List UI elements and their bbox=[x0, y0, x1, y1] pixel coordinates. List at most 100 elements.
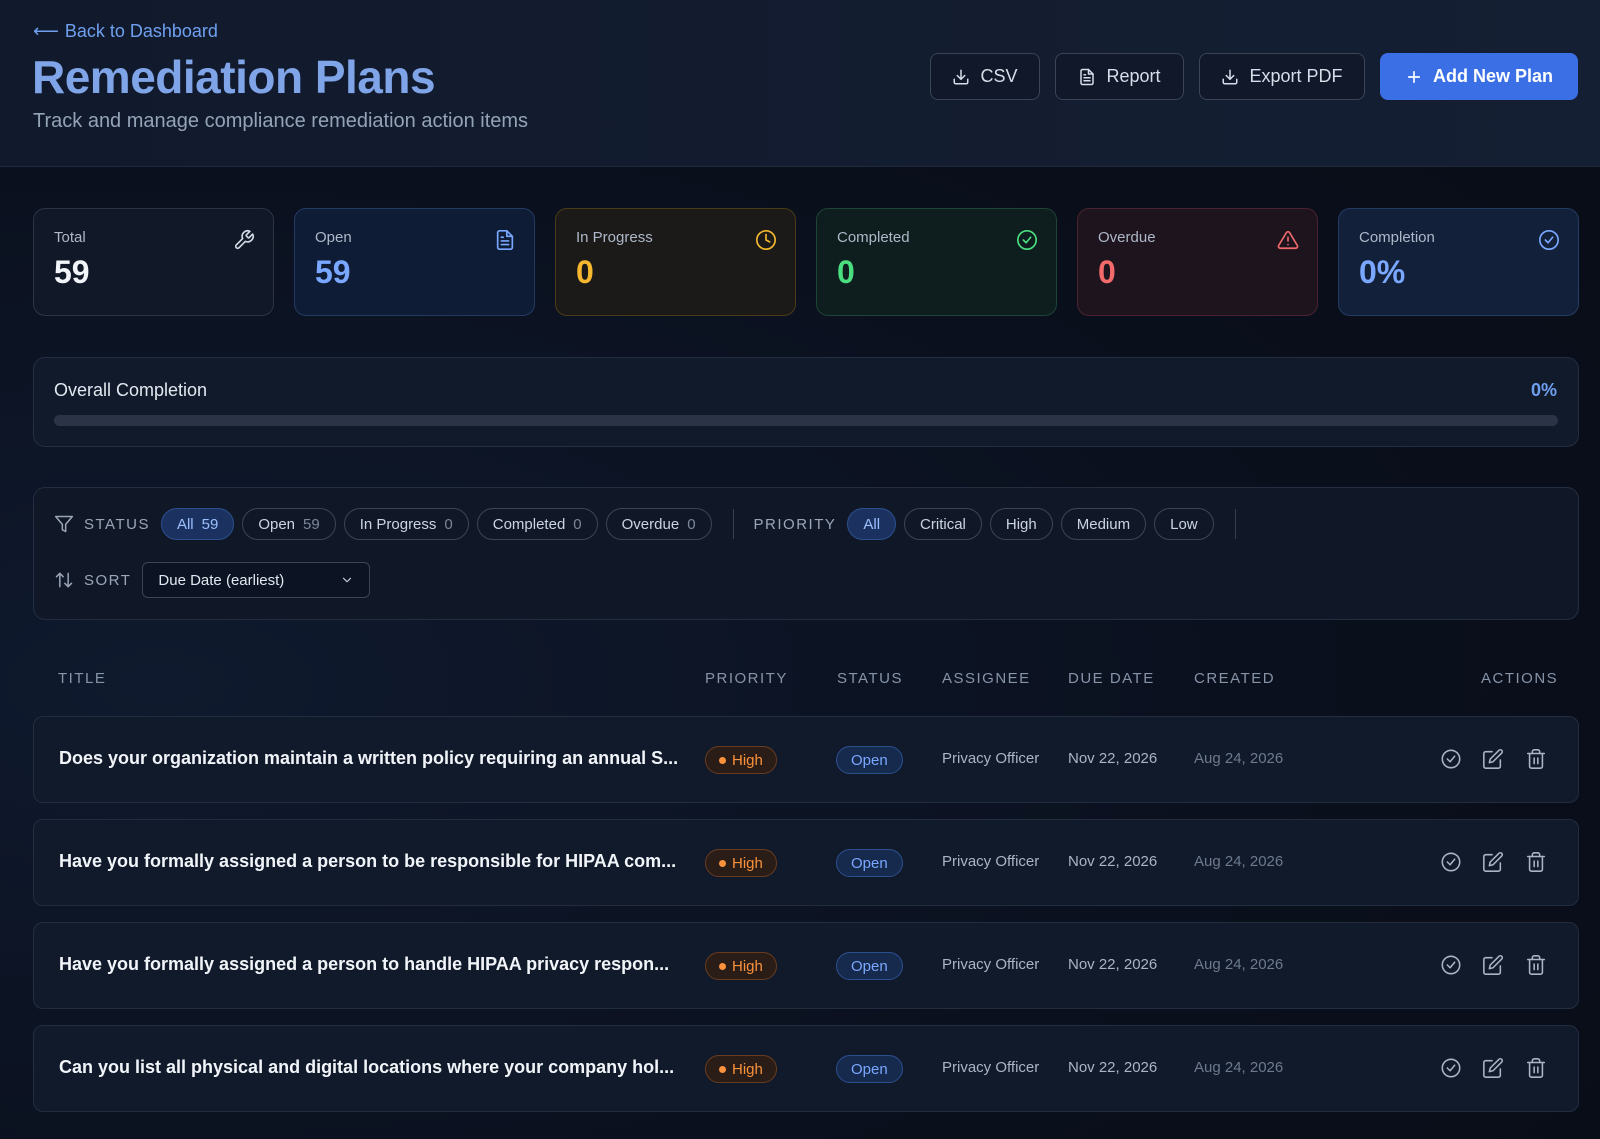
trash-icon bbox=[1526, 1058, 1546, 1078]
priority-chip-low[interactable]: Low bbox=[1154, 508, 1214, 540]
stat-card-overdue: Overdue 0 bbox=[1077, 208, 1318, 316]
priority-dot-icon bbox=[719, 962, 726, 970]
column-header-priority: PRIORITY bbox=[705, 670, 788, 687]
created-date-cell: Aug 24, 2026 bbox=[1194, 1059, 1284, 1076]
due-date-cell: Nov 22, 2026 bbox=[1068, 956, 1158, 973]
sort-label: SORT bbox=[84, 571, 132, 589]
status-chip-open[interactable]: Open 59 bbox=[242, 508, 336, 540]
plus-icon bbox=[1407, 70, 1421, 83]
column-header-actions: ACTIONS bbox=[1481, 670, 1559, 687]
page-header: ⟵ Back to Dashboard Remediation Plans Tr… bbox=[0, 0, 1600, 167]
trash-icon bbox=[1526, 955, 1546, 975]
divider bbox=[732, 509, 734, 539]
table-row[interactable]: Does your organization maintain a writte… bbox=[33, 716, 1579, 803]
csv-button[interactable]: CSV bbox=[930, 53, 1040, 100]
status-chip-completed[interactable]: Completed 0 bbox=[476, 508, 598, 540]
edit-icon bbox=[1483, 749, 1503, 769]
row-title[interactable]: Have you formally assigned a person to b… bbox=[59, 851, 676, 872]
priority-label: High bbox=[732, 854, 763, 872]
check-circle-icon bbox=[1539, 230, 1559, 250]
report-button[interactable]: Report bbox=[1055, 53, 1184, 100]
delete-button[interactable] bbox=[1525, 851, 1547, 873]
status-badge: Open bbox=[836, 849, 903, 877]
trash-icon bbox=[1526, 852, 1546, 872]
complete-button[interactable] bbox=[1440, 748, 1462, 770]
priority-label: High bbox=[732, 751, 763, 769]
priority-dot-icon bbox=[719, 859, 726, 867]
download-icon bbox=[953, 69, 969, 84]
chip-label: All bbox=[176, 515, 194, 533]
edit-icon bbox=[1483, 955, 1503, 975]
status-badge: Open bbox=[836, 952, 903, 980]
complete-button[interactable] bbox=[1440, 851, 1462, 873]
back-link-label: Back to Dashboard bbox=[64, 21, 218, 41]
stat-value: 0% bbox=[1359, 254, 1406, 290]
filter-icon bbox=[54, 515, 74, 533]
stat-value: 59 bbox=[315, 254, 351, 290]
overall-completion-percent: 0% bbox=[1530, 380, 1557, 400]
document-icon bbox=[1080, 68, 1095, 85]
export-pdf-button[interactable]: Export PDF bbox=[1199, 53, 1365, 100]
status-label: Open bbox=[851, 854, 888, 872]
status-badge: Open bbox=[836, 746, 903, 774]
assignee-cell: Privacy Officer bbox=[942, 956, 1040, 973]
priority-chip-high[interactable]: High bbox=[989, 508, 1053, 540]
edit-button[interactable] bbox=[1482, 1057, 1504, 1079]
priority-badge: High bbox=[705, 1055, 777, 1083]
check-circle-icon bbox=[1441, 749, 1461, 769]
created-date-cell: Aug 24, 2026 bbox=[1194, 956, 1284, 973]
chevron-down-icon bbox=[343, 577, 352, 583]
overall-completion-panel: Overall Completion 0% bbox=[33, 357, 1579, 447]
complete-button[interactable] bbox=[1440, 954, 1462, 976]
sort-select[interactable]: Due Date (earliest) bbox=[142, 562, 371, 598]
due-date-cell: Nov 22, 2026 bbox=[1068, 750, 1158, 767]
priority-chip-critical[interactable]: Critical bbox=[904, 508, 982, 540]
overall-progress-bar bbox=[54, 415, 1558, 426]
priority-chip-all[interactable]: All bbox=[847, 508, 897, 540]
status-chip-all[interactable]: All 59 bbox=[160, 508, 235, 540]
row-title[interactable]: Does your organization maintain a writte… bbox=[59, 748, 678, 769]
check-circle-icon bbox=[1017, 230, 1037, 250]
row-title[interactable]: Have you formally assigned a person to h… bbox=[59, 954, 669, 975]
priority-badge: High bbox=[705, 849, 777, 877]
stat-value: 59 bbox=[54, 254, 90, 290]
status-chip-overdue[interactable]: Overdue 0 bbox=[605, 508, 712, 540]
column-header-status: STATUS bbox=[837, 670, 903, 687]
add-new-plan-button-label: Add New Plan bbox=[1432, 66, 1553, 86]
stat-label: Completed bbox=[837, 229, 910, 246]
stat-label: Total bbox=[54, 229, 86, 246]
arrow-left-icon: ⟵ bbox=[33, 21, 59, 41]
delete-button[interactable] bbox=[1525, 954, 1547, 976]
edit-button[interactable] bbox=[1482, 954, 1504, 976]
complete-button[interactable] bbox=[1440, 1057, 1462, 1079]
created-date-cell: Aug 24, 2026 bbox=[1194, 750, 1284, 767]
edit-button[interactable] bbox=[1482, 748, 1504, 770]
stat-card-open: Open 59 bbox=[294, 208, 535, 316]
add-new-plan-button[interactable]: Add New Plan bbox=[1380, 53, 1578, 100]
document-icon bbox=[496, 230, 514, 250]
priority-chip-medium[interactable]: Medium bbox=[1060, 508, 1147, 540]
column-header-title: TITLE bbox=[58, 670, 107, 687]
edit-button[interactable] bbox=[1482, 851, 1504, 873]
stat-label: Open bbox=[315, 229, 352, 246]
check-circle-icon bbox=[1441, 852, 1461, 872]
chip-label: Overdue bbox=[621, 515, 680, 533]
row-title[interactable]: Can you list all physical and digital lo… bbox=[59, 1057, 674, 1078]
chip-count: 0 bbox=[687, 515, 696, 533]
status-label: Open bbox=[851, 751, 888, 769]
edit-icon bbox=[1483, 1058, 1503, 1078]
delete-button[interactable] bbox=[1525, 748, 1547, 770]
table-row[interactable]: Can you list all physical and digital lo… bbox=[33, 1025, 1579, 1112]
download-icon bbox=[1222, 69, 1238, 84]
status-filter-label: STATUS bbox=[84, 515, 150, 533]
status-label: Open bbox=[851, 1060, 888, 1078]
status-chip-in-progress[interactable]: In Progress 0 bbox=[343, 508, 469, 540]
priority-filter-label: PRIORITY bbox=[753, 515, 837, 533]
priority-dot-icon bbox=[719, 1065, 726, 1073]
delete-button[interactable] bbox=[1525, 1057, 1547, 1079]
table-row[interactable]: Have you formally assigned a person to b… bbox=[33, 819, 1579, 906]
check-circle-icon bbox=[1441, 1058, 1461, 1078]
back-to-dashboard-link[interactable]: ⟵ Back to Dashboard bbox=[33, 21, 218, 42]
table-row[interactable]: Have you formally assigned a person to h… bbox=[33, 922, 1579, 1009]
chip-label: Completed bbox=[492, 515, 566, 533]
